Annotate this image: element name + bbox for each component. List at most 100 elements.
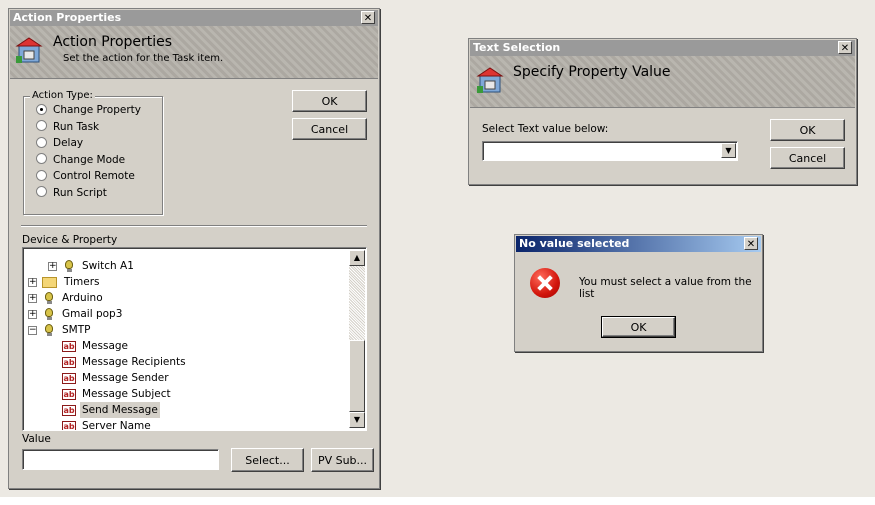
tree-item[interactable]: ab Send Message <box>23 402 345 418</box>
radio-run-script[interactable]: Run Script <box>36 185 107 201</box>
radio-button-icon[interactable] <box>36 103 47 115</box>
device-property-tree[interactable]: + Switch A1 + Timers + Arduino + Gmail pop3 − SMT… <box>22 247 367 431</box>
radio-delay[interactable]: Delay <box>36 135 83 151</box>
text-property-icon: ab <box>62 405 76 416</box>
value-label: Value <box>22 433 51 445</box>
text-property-icon: ab <box>62 389 76 400</box>
scroll-up-button[interactable]: ▲ <box>349 250 365 266</box>
cancel-button[interactable]: Cancel <box>292 118 367 140</box>
down-arrow-icon: ▼ <box>353 415 361 424</box>
message-box-titlebar[interactable]: No value selected ✕ <box>516 236 761 252</box>
text-property-icon: ab <box>62 341 76 352</box>
radio-control-remote[interactable]: Control Remote <box>36 168 135 184</box>
bulb-icon <box>45 308 53 317</box>
tree-item-label: Message <box>82 340 129 352</box>
radio-label: Control Remote <box>53 170 135 182</box>
radio-label: Change Mode <box>53 153 126 166</box>
tree-item-label: Send Message <box>80 402 160 418</box>
ok-button[interactable]: OK <box>601 316 676 338</box>
action-type-label: Action Type: <box>30 90 95 101</box>
chevron-down-icon: ▼ <box>725 146 732 155</box>
no-value-message-box: No value selected ✕ You must select a va… <box>514 234 763 352</box>
radio-button-icon[interactable] <box>36 120 47 131</box>
select-text-label: Select Text value below: <box>482 123 609 135</box>
tree-item[interactable]: ab Message Subject <box>23 386 345 402</box>
tree-item-label: Message Sender <box>82 372 169 384</box>
action-type-group: Action Type: Change Property Run Task Dela… <box>23 90 163 215</box>
cancel-button[interactable]: Cancel <box>770 147 845 169</box>
app-icon <box>15 37 43 63</box>
tree-item[interactable]: + Switch A1 <box>23 258 345 274</box>
text-property-icon: ab <box>62 421 76 431</box>
radio-run-task[interactable]: Run Task <box>36 119 99 135</box>
bulb-base-icon <box>46 333 52 336</box>
radio-label: Change Property <box>53 104 141 116</box>
window-title: Action Properties <box>13 11 122 24</box>
expand-icon[interactable]: + <box>28 294 37 303</box>
radio-button-icon[interactable] <box>36 186 47 197</box>
select-button[interactable]: Select... <box>231 448 304 472</box>
radio-button-icon[interactable] <box>36 153 47 164</box>
action-properties-titlebar[interactable]: Action Properties ✕ <box>10 10 378 26</box>
close-button[interactable]: ✕ <box>744 237 758 250</box>
tree-item[interactable]: + Timers <box>23 274 345 290</box>
expand-icon[interactable]: + <box>28 310 37 319</box>
value-input[interactable] <box>22 449 219 470</box>
close-button[interactable]: ✕ <box>361 11 375 24</box>
folder-icon <box>42 277 57 288</box>
tree-item-label: Gmail pop3 <box>62 308 123 320</box>
header-subtitle: Set the action for the Task item. <box>63 53 224 64</box>
window-title: No value selected <box>519 237 630 250</box>
device-property-label: Device & Property <box>22 234 118 246</box>
window-title: Text Selection <box>473 41 561 54</box>
ok-button[interactable]: OK <box>292 90 367 112</box>
scroll-thumb[interactable] <box>349 340 365 412</box>
combo-dropdown-button[interactable]: ▼ <box>721 143 736 158</box>
tree-item[interactable]: + Gmail pop3 <box>23 306 345 322</box>
radio-button-icon[interactable] <box>36 169 47 181</box>
radio-label: Run Task <box>53 120 100 133</box>
tree-scrollbar[interactable]: ▲ ▼ <box>349 250 365 428</box>
text-selection-window: Text Selection ✕ Specify Property Value … <box>468 38 857 185</box>
collapse-icon[interactable]: − <box>28 326 37 335</box>
text-value-combo[interactable]: ▼ <box>482 141 738 161</box>
tree-item[interactable]: − SMTP <box>23 322 345 338</box>
tree-item[interactable]: ab Message Recipients <box>23 354 345 370</box>
expand-icon[interactable]: + <box>48 262 57 271</box>
tree-item-label: Message Recipients <box>82 356 186 368</box>
tree-item-label: Server Name <box>82 420 151 431</box>
up-arrow-icon: ▲ <box>353 253 361 262</box>
header-title: Action Properties <box>53 34 173 50</box>
bulb-icon <box>65 260 73 269</box>
tree-item[interactable]: ab Message <box>23 338 345 354</box>
bulb-base-icon <box>46 317 52 320</box>
expand-icon[interactable]: + <box>28 278 37 287</box>
action-properties-window: Action Properties ✕ Action Properties Se… <box>8 8 380 489</box>
error-message: You must select a value from the list <box>579 276 752 300</box>
close-icon: ✕ <box>746 239 756 250</box>
header-title: Specify Property Value <box>513 64 671 80</box>
pv-sub-button[interactable]: PV Sub... <box>311 448 374 472</box>
tree-item[interactable]: + Arduino <box>23 290 345 306</box>
text-property-icon: ab <box>62 357 76 368</box>
radio-label: Run Script <box>53 186 107 199</box>
radio-label: Delay <box>53 137 84 149</box>
tree-item-label: Timers <box>64 276 100 288</box>
close-icon: ✕ <box>363 13 373 24</box>
radio-change-property[interactable]: Change Property <box>36 102 141 118</box>
radio-change-mode[interactable]: Change Mode <box>36 152 125 168</box>
header-banner: Action Properties Set the action for the… <box>10 26 378 79</box>
radio-button-icon[interactable] <box>36 136 47 148</box>
bulb-icon <box>45 292 53 301</box>
header-banner: Specify Property Value <box>470 56 855 108</box>
tree-item[interactable]: ab Message Sender <box>23 370 345 386</box>
text-selection-titlebar[interactable]: Text Selection ✕ <box>470 40 855 56</box>
app-icon <box>476 67 504 93</box>
ok-button[interactable]: OK <box>770 119 845 141</box>
close-button[interactable]: ✕ <box>838 41 852 54</box>
scroll-down-button[interactable]: ▼ <box>349 412 365 428</box>
tree-item[interactable]: ab Server Name <box>23 418 345 431</box>
tree-item-label: SMTP <box>62 324 91 336</box>
error-icon <box>530 268 560 298</box>
close-icon: ✕ <box>840 43 850 54</box>
